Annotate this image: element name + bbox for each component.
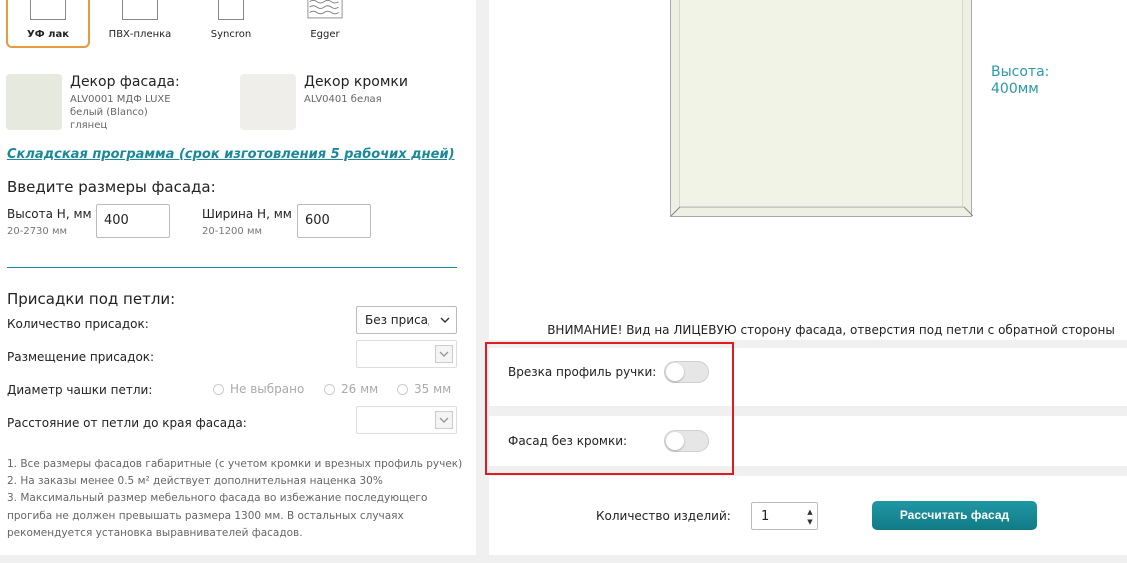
- panel-gap: [476, 0, 489, 563]
- edge-decor-code: ALV0401 белая: [304, 94, 382, 105]
- preview-height-caption: Высота:: [991, 64, 1050, 80]
- facade-decor-swatch[interactable]: [6, 74, 62, 130]
- cup-radio-none[interactable]: Не выбрано: [213, 382, 304, 396]
- warehouse-program-link[interactable]: Складская программа (срок изготовления 5…: [7, 147, 455, 162]
- note-line: рекомендуется установка выравнивателей ф…: [7, 527, 303, 539]
- facade-preview: [670, 0, 973, 217]
- note-line: 3. Максимальный размер мебельного фасада…: [7, 492, 428, 504]
- width-label: Ширина H, мм: [202, 207, 292, 221]
- facade-thumbnail-icon: [218, 0, 244, 20]
- chevron-down-icon: [435, 411, 453, 429]
- radio-label: 26 мм: [341, 382, 379, 396]
- facade-decor-finish: глянец: [70, 120, 108, 131]
- height-input[interactable]: 400: [96, 204, 170, 238]
- note-line: 1. Все размеры фасадов габаритные (с уче…: [7, 458, 463, 470]
- facade-preview-panel: [679, 0, 963, 208]
- material-tile-egger[interactable]: Egger: [283, 0, 367, 48]
- spin-up-icon[interactable]: ▲: [806, 508, 814, 516]
- hinge-count-label: Количество присадок:: [7, 317, 149, 331]
- calculate-facade-button[interactable]: Рассчитать фасад: [872, 501, 1037, 530]
- facade-decor-code: ALV0001 МДФ LUXE: [70, 94, 171, 105]
- cup-radio-26[interactable]: 26 мм: [324, 382, 378, 396]
- facade-thumbnail-icon: [122, 0, 158, 20]
- edge-decor-title: Декор кромки: [304, 74, 408, 90]
- preview-edge-bevel: [671, 206, 973, 216]
- chevron-down-icon: [435, 345, 453, 363]
- facade-decor-color: белый (Blanco): [70, 107, 148, 118]
- radio-circle-icon: [213, 383, 224, 395]
- section-divider: [7, 267, 457, 268]
- hinges-title: Присадки под петли:: [7, 290, 176, 308]
- quantity-label: Количество изделий:: [596, 509, 731, 523]
- preview-height-label: Высота: 400мм: [991, 64, 1049, 98]
- material-tile-uf-lacquer[interactable]: УФ лак: [6, 0, 90, 48]
- hinge-count-value: Без присадок: [365, 313, 429, 327]
- cup-radio-35[interactable]: 35 мм: [397, 382, 451, 396]
- material-label: ПВХ-пленка: [108, 29, 172, 40]
- hinge-distance-select[interactable]: [356, 406, 457, 434]
- facade-decor-title: Декор фасада:: [70, 74, 180, 90]
- edge-decor-swatch[interactable]: [240, 74, 296, 130]
- width-hint: 20-1200 мм: [202, 226, 263, 237]
- quantity-value: 1: [761, 509, 770, 524]
- orientation-warning: ВНИМАНИЕ! Вид на ЛИЦЕВУЮ сторону фасада,…: [547, 323, 1115, 337]
- hinge-placement-label: Размещение присадок:: [7, 350, 155, 364]
- radio-circle-icon: [397, 383, 408, 395]
- hinge-count-select[interactable]: Без присадок: [356, 306, 457, 334]
- material-label: Syncron: [210, 29, 252, 40]
- note-line: прогиба не должен превышать размера 1300…: [7, 510, 404, 522]
- width-input[interactable]: 600: [297, 204, 371, 238]
- hinge-distance-label: Расстояние от петли до края фасада:: [7, 416, 247, 430]
- highlight-frame: [485, 342, 734, 475]
- preview-height-value: 400мм: [991, 81, 1039, 97]
- wave-texture-icon: [307, 0, 343, 19]
- radio-label: 35 мм: [414, 382, 452, 396]
- height-label: Высота H, мм: [7, 207, 92, 221]
- radio-circle-icon: [324, 383, 335, 395]
- hinge-placement-select[interactable]: [356, 340, 457, 368]
- material-label: Egger: [310, 29, 340, 40]
- sizes-title: Введите размеры фасада:: [7, 178, 216, 196]
- quantity-stepper[interactable]: 1 ▲ ▼: [751, 502, 818, 530]
- height-hint: 20-2730 мм: [7, 226, 68, 237]
- material-tile-syncron[interactable]: Syncron: [189, 0, 273, 48]
- chevron-down-icon: [440, 317, 450, 323]
- cup-diameter-label: Диаметр чашки петли:: [7, 383, 153, 397]
- note-line: 2. На заказы менее 0.5 м² действует допо…: [7, 475, 383, 487]
- material-tile-pvc[interactable]: ПВХ-пленка: [98, 0, 182, 48]
- spin-down-icon[interactable]: ▼: [806, 518, 814, 526]
- material-label: УФ лак: [27, 29, 69, 40]
- facade-thumbnail-icon: [30, 0, 66, 20]
- radio-label: Не выбрано: [230, 382, 305, 396]
